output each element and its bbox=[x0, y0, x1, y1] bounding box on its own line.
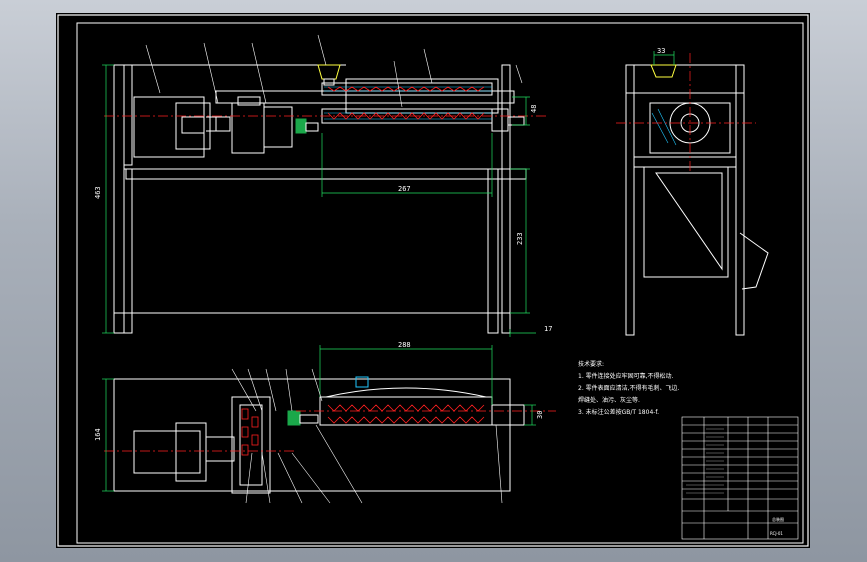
top-view bbox=[113, 376, 525, 494]
dim-top-length: 288 bbox=[398, 341, 411, 349]
notes-line-2: 2. 零件表面应清洁,不得有毛刺、飞边. bbox=[578, 384, 680, 392]
top-leaders bbox=[231, 368, 503, 504]
assembly-drawing: 463 267 233 17 48 33 288 164 30 技术要求: 1.… bbox=[57, 14, 809, 547]
top-view-screw bbox=[241, 404, 485, 456]
front-view bbox=[113, 64, 527, 334]
dim-front-height: 463 bbox=[94, 186, 102, 199]
dim-side-top: 33 bbox=[657, 47, 665, 55]
title-block-fill bbox=[686, 428, 724, 494]
dim-front-shaft: 267 bbox=[398, 185, 411, 193]
front-leaders bbox=[145, 34, 523, 108]
notes-line-4: 3. 未标注公差按GB/T 1804-f. bbox=[578, 408, 659, 416]
side-view bbox=[625, 64, 769, 336]
cad-viewport[interactable]: 463 267 233 17 48 33 288 164 30 技术要求: 1.… bbox=[56, 13, 810, 548]
dim-front-frame: 233 bbox=[516, 232, 524, 245]
notes-line-1: 1. 零件连接处应牢固可靠,不得松动. bbox=[578, 372, 674, 380]
notes-title: 技术要求: bbox=[578, 360, 604, 368]
dim-top-right: 30 bbox=[536, 411, 544, 419]
dim-top-height: 164 bbox=[94, 428, 102, 441]
title-block-name: 总装图 bbox=[772, 516, 784, 522]
title-block-code: RCJ-01 bbox=[770, 531, 783, 536]
notes-line-3: 焊缝处、油污、灰尘等. bbox=[578, 396, 640, 404]
dim-front-small: 17 bbox=[544, 325, 552, 333]
dim-front-right: 48 bbox=[530, 105, 538, 113]
technical-requirements: 技术要求: 1. 零件连接处应牢固可靠,不得松动. 2. 零件表面应清洁,不得有… bbox=[578, 360, 680, 416]
